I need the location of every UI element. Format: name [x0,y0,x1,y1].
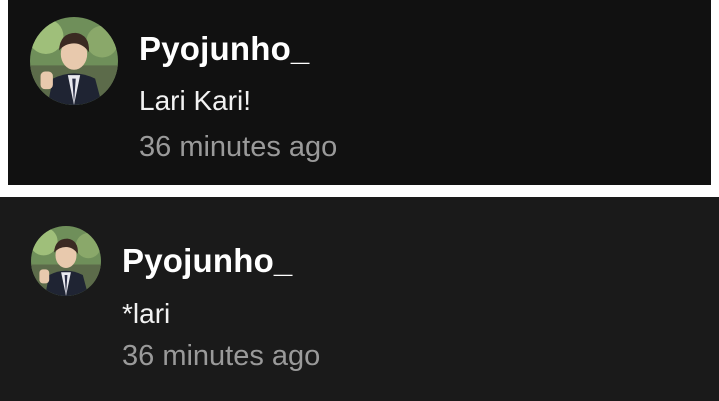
comment-timestamp: 36 minutes ago [139,131,338,163]
comment-card: Pyojunho_ Lari Kari! 36 minutes ago [8,0,711,185]
comment-text: *lari [122,298,171,329]
username[interactable]: Pyojunho_ [122,242,292,280]
profile-photo [31,226,101,296]
profile-photo [30,17,118,105]
comment-text: Lari Kari! [139,85,252,116]
avatar[interactable] [31,226,101,296]
avatar[interactable] [30,17,118,105]
comment-timestamp: 36 minutes ago [122,340,321,372]
comment-card: Pyojunho_ *lari 36 minutes ago [0,197,719,401]
username[interactable]: Pyojunho_ [139,30,309,68]
